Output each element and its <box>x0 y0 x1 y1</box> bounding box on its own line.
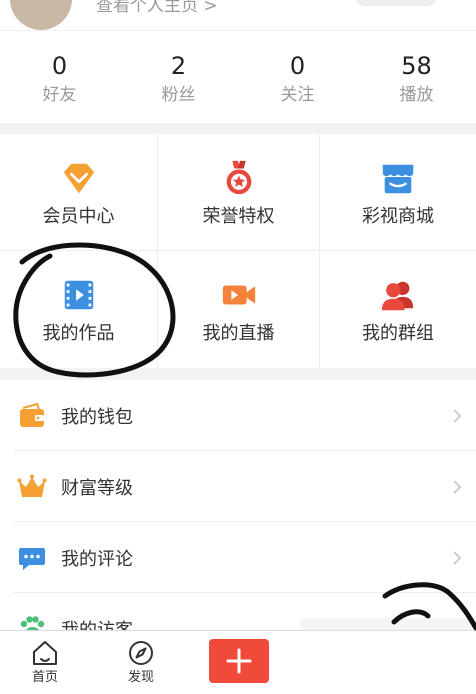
tile-my-works[interactable]: 我的作品 <box>0 251 158 368</box>
tile-honor-privileges[interactable]: 荣誉特权 <box>158 134 320 251</box>
tab-home[interactable]: 首页 <box>15 639 75 686</box>
row-label: 我的评论 <box>61 548 133 570</box>
tile-label: 我的直播 <box>202 323 275 344</box>
stats-bar: 0 好友 2 粉丝 0 关注 58 播放 <box>0 30 476 123</box>
wallet-icon <box>20 402 44 427</box>
profile-header: 查看个人主页 > <box>0 0 476 30</box>
tile-label: 荣誉特权 <box>202 206 275 227</box>
view-profile-link[interactable]: 查看个人主页 > <box>96 0 218 16</box>
plus-icon <box>226 648 252 674</box>
tile-vip-center[interactable]: 会员中心 <box>0 134 158 251</box>
chevron-right-icon <box>450 549 464 567</box>
tile-label: 彩视商城 <box>362 206 434 227</box>
stat-friends[interactable]: 0 好友 <box>0 31 119 123</box>
stat-following[interactable]: 0 关注 <box>238 31 357 123</box>
menu-item-wealth-level[interactable]: 财富等级 <box>0 451 476 522</box>
bottom-tab-bar: 首页 发现 <box>0 630 476 694</box>
row-icon <box>15 470 49 504</box>
tile-my-live[interactable]: 我的直播 <box>158 251 320 368</box>
stat-fans[interactable]: 2 粉丝 <box>119 31 238 123</box>
tile-label: 我的作品 <box>42 323 115 344</box>
tile-my-groups[interactable]: 我的群组 <box>320 251 476 368</box>
stat-value: 2 <box>170 52 187 80</box>
tab-discover[interactable]: 发现 <box>111 639 171 686</box>
stat-label: 粉丝 <box>161 85 196 105</box>
header-pill <box>356 0 436 6</box>
vip-diamond-icon <box>63 163 94 194</box>
menu-item-wallet[interactable]: 我的钱包 <box>0 380 476 451</box>
add-button[interactable] <box>209 639 269 683</box>
row-label: 我的钱包 <box>61 406 133 428</box>
home-icon <box>33 641 57 665</box>
stat-label: 关注 <box>280 85 315 105</box>
video-film-icon <box>64 280 93 310</box>
stat-label: 好友 <box>42 85 77 105</box>
chevron-right-icon <box>450 478 464 496</box>
tile-caishi-store[interactable]: 彩视商城 <box>320 134 476 251</box>
tab-label: 首页 <box>31 670 58 685</box>
stat-value: 58 <box>401 52 432 80</box>
crown-icon <box>17 474 47 497</box>
compass-icon <box>129 641 153 665</box>
row-icon <box>15 399 49 433</box>
chevron-right-icon <box>450 407 464 425</box>
stat-value: 0 <box>289 52 306 80</box>
tile-label: 我的群组 <box>362 323 434 344</box>
stat-plays[interactable]: 58 播放 <box>357 31 476 123</box>
tab-label: 发现 <box>127 670 154 685</box>
menu-item-my-comments[interactable]: 我的评论 <box>0 522 476 593</box>
row-icon <box>15 612 49 630</box>
tile-label: 会员中心 <box>42 206 115 227</box>
stat-value: 0 <box>51 52 68 80</box>
stat-label: 播放 <box>399 85 434 105</box>
feature-grid: 会员中心 荣誉特权 彩视商城 我的作品 我的直播 我的群组 <box>0 134 476 368</box>
camera-icon <box>222 285 255 305</box>
group-icon <box>381 281 414 311</box>
store-icon <box>382 164 414 194</box>
avatar[interactable] <box>10 0 72 30</box>
comment-icon <box>19 547 45 570</box>
menu-list: 我的钱包 财富等级 我的评论 我的访客 <box>0 380 476 630</box>
medal-icon <box>226 160 251 195</box>
row-icon <box>15 541 49 575</box>
row-label: 财富等级 <box>61 477 133 499</box>
paw-icon <box>20 615 45 630</box>
